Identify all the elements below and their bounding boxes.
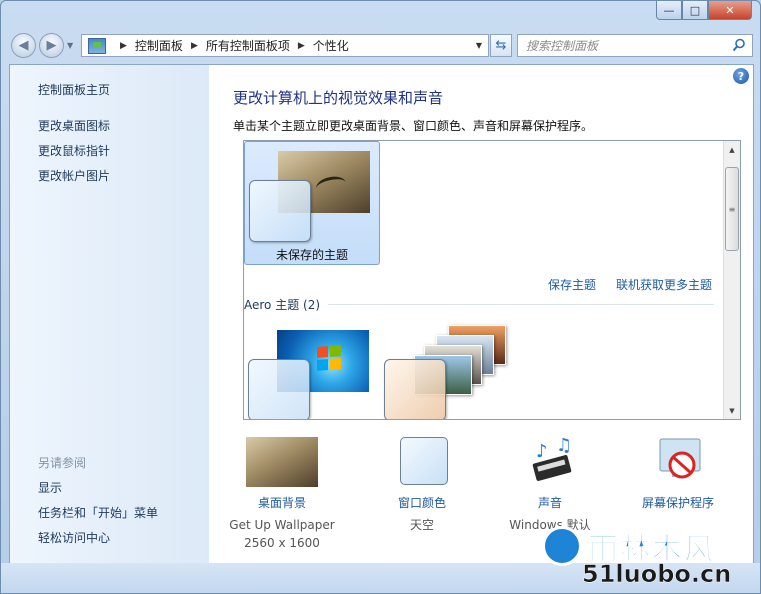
- breadcrumb-personalization[interactable]: 个性化: [313, 37, 349, 54]
- watermark-leaf-icon: [542, 526, 582, 566]
- breadcrumb-arrow-icon[interactable]: ▶: [120, 41, 127, 51]
- option-sounds[interactable]: ♪ ♫ 声音 Windows 默认: [485, 435, 615, 534]
- option-label[interactable]: 屏幕保护程序: [613, 494, 743, 511]
- sidebar-taskbar-start-menu[interactable]: 任务栏和「开始」菜单: [38, 504, 158, 521]
- sidebar-change-mouse-pointers[interactable]: 更改鼠标指针: [38, 142, 110, 159]
- address-dropdown-icon[interactable]: ▼: [476, 41, 482, 50]
- sidebar-control-panel-home[interactable]: 控制面板主页: [38, 81, 110, 98]
- page-title: 更改计算机上的视觉效果和声音: [233, 89, 444, 107]
- refresh-button[interactable]: ⇆: [490, 34, 512, 57]
- main-panel: ? 更改计算机上的视觉效果和声音 单击某个主题立即更改桌面背景、窗口颜色、声音和…: [209, 65, 753, 563]
- svg-text:♪: ♪: [536, 441, 548, 462]
- wallpaper-name: Get Up Wallpaper: [229, 518, 335, 532]
- color-name: 天空: [409, 518, 434, 532]
- color-swatch: [249, 180, 311, 242]
- get-more-themes-link[interactable]: 联机获取更多主题: [616, 276, 712, 293]
- forward-button[interactable]: ▶: [39, 33, 64, 58]
- search-box[interactable]: [517, 34, 753, 57]
- theme-unsaved[interactable]: 未保存的主题: [244, 141, 380, 265]
- theme-actions: 保存主题 联机获取更多主题: [548, 276, 712, 293]
- close-button[interactable]: ✕: [708, 1, 752, 20]
- breadcrumb-all-items[interactable]: 所有控制面板项: [206, 37, 290, 54]
- option-detail: Get Up Wallpaper 2560 x 1600: [217, 516, 347, 552]
- color-swatch: [248, 359, 310, 419]
- option-label[interactable]: 桌面背景: [217, 494, 347, 511]
- sidebar-ease-of-access[interactable]: 轻松访问中心: [38, 529, 110, 546]
- color-swatch: [384, 359, 446, 419]
- theme-windows7[interactable]: [244, 321, 380, 419]
- screen-saver-icon: [642, 437, 714, 487]
- scroll-up-icon[interactable]: ▲: [724, 141, 740, 158]
- caption-buttons: — □ ✕: [656, 1, 752, 20]
- svg-text:♫: ♫: [556, 437, 572, 456]
- sidebar-display[interactable]: 显示: [38, 479, 62, 496]
- aero-themes-heading: Aero 主题 (2): [244, 296, 714, 313]
- sound-icon: ♪ ♫: [514, 435, 586, 487]
- sidebar-change-desktop-icons[interactable]: 更改桌面图标: [38, 117, 110, 134]
- help-icon[interactable]: ?: [733, 68, 749, 84]
- theme-landscapes[interactable]: [380, 321, 516, 419]
- option-detail: 天空: [357, 516, 487, 534]
- scroll-thumb[interactable]: ≡: [725, 167, 739, 251]
- search-input[interactable]: [526, 38, 726, 53]
- option-label[interactable]: 窗口颜色: [357, 494, 487, 511]
- navigation-bar: ◀ ▶ ▼ ▶ 控制面板 ▶ 所有控制面板项 ▶ 个性化 ▼ ⇆: [9, 31, 753, 59]
- minimize-button[interactable]: —: [656, 1, 682, 20]
- see-also-heading: 另请参阅: [38, 456, 87, 470]
- recent-pages-dropdown-icon[interactable]: ▼: [67, 41, 73, 50]
- option-label[interactable]: 声音: [485, 494, 615, 511]
- theme-list-scrollbar[interactable]: ▲ ≡ ▼: [723, 141, 740, 419]
- refresh-icon: ⇆: [495, 38, 507, 53]
- breadcrumb-arrow-icon[interactable]: ▶: [191, 41, 198, 51]
- watermark-url: 51luobo.cn: [582, 560, 732, 589]
- sidebar: 控制面板主页 更改桌面图标 更改鼠标指针 更改帐户图片 另请参阅 显示 任务栏和…: [10, 65, 209, 563]
- content-area: 控制面板主页 更改桌面图标 更改鼠标指针 更改帐户图片 另请参阅 显示 任务栏和…: [9, 64, 754, 564]
- back-button[interactable]: ◀: [11, 33, 36, 58]
- control-panel-icon: [88, 37, 106, 54]
- breadcrumb-control-panel[interactable]: 控制面板: [135, 37, 183, 54]
- personalization-window: — □ ✕ ◀ ▶ ▼ ▶ 控制面板 ▶ 所有控制面板项 ▶ 个性化 ▼ ⇆ 搜…: [0, 0, 761, 594]
- option-desktop-background[interactable]: 桌面背景 Get Up Wallpaper 2560 x 1600: [217, 437, 347, 552]
- window-color-icon: [386, 437, 458, 487]
- option-screen-saver[interactable]: 屏幕保护程序: [613, 437, 743, 511]
- search-icon[interactable]: [732, 38, 746, 52]
- scroll-down-icon[interactable]: ▼: [724, 402, 740, 419]
- aero-themes-label: Aero 主题 (2): [244, 298, 321, 312]
- maximize-button[interactable]: □: [682, 1, 708, 20]
- breadcrumb-arrow-icon[interactable]: ▶: [298, 41, 305, 51]
- wallpaper-resolution: 2560 x 1600: [244, 536, 320, 550]
- page-subtitle: 单击某个主题立即更改桌面背景、窗口颜色、声音和屏幕保护程序。: [233, 119, 594, 133]
- address-bar[interactable]: ▶ 控制面板 ▶ 所有控制面板项 ▶ 个性化 ▼: [81, 34, 489, 57]
- desktop-background-icon: [246, 437, 318, 487]
- option-window-color[interactable]: 窗口颜色 天空: [357, 437, 487, 534]
- watermark-logo: 雨林木风 51luobo.cn: [534, 522, 756, 588]
- sidebar-change-account-picture[interactable]: 更改帐户图片: [38, 167, 110, 184]
- divider: [328, 304, 714, 305]
- windows-logo-icon: [317, 345, 341, 371]
- theme-label: 未保存的主题: [275, 248, 348, 262]
- save-theme-link[interactable]: 保存主题: [548, 276, 596, 293]
- theme-list[interactable]: 未保存的主题 保存主题 联机获取更多主题 Aero 主题 (2) ▲ ≡ ▼: [243, 140, 741, 420]
